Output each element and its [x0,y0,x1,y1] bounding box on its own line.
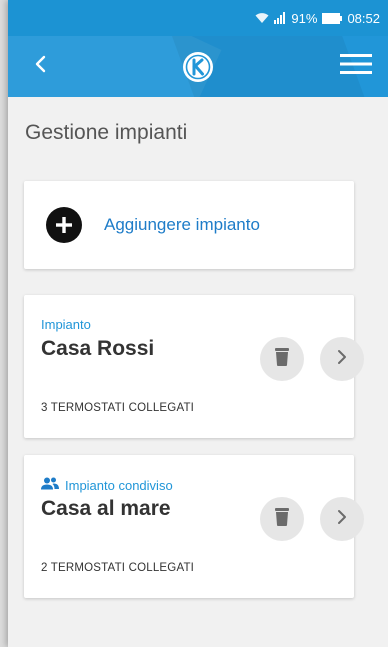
battery-percent: 91% [291,10,318,26]
shared-users-icon [41,477,59,493]
plant-kind-label: Impianto [41,317,91,332]
back-button[interactable] [18,45,62,89]
brand-logo-icon [182,51,214,83]
wifi-icon [255,12,269,24]
plant-card[interactable]: Impianto Casa Rossi 3 TERMOSTATI COLLEGA… [24,295,364,438]
clock: 08:52 [347,10,380,26]
trash-icon [275,347,289,371]
plant-kind: Impianto condiviso [41,477,173,493]
add-plant-label: Aggiungere impianto [104,215,260,234]
open-plant-button[interactable] [320,497,364,541]
menu-button[interactable] [334,45,378,89]
plant-name: Casa al mare [41,497,171,520]
plus-circle-icon [46,207,82,243]
chevron-left-icon [34,55,46,78]
status-bar: 91% 08:52 [8,0,388,36]
delete-plant-button[interactable] [260,337,304,381]
plant-name: Casa Rossi [41,337,155,360]
trash-icon [275,507,289,531]
thermostat-count: 2 TERMOSTATI COLLEGATI [41,562,195,574]
add-plant-card[interactable]: Aggiungere impianto [24,181,354,269]
thermostat-count: 3 TERMOSTATI COLLEGATI [41,402,195,414]
app-bar [8,36,388,97]
plant-kind-label: Impianto condiviso [65,477,173,493]
chevron-right-icon [337,349,347,370]
delete-plant-button[interactable] [260,497,304,541]
open-plant-button[interactable] [320,337,364,381]
plant-card[interactable]: Impianto condiviso Casa al mare 2 TERMOS… [24,455,364,598]
hamburger-menu-icon [340,53,372,80]
battery-icon [322,12,343,24]
chevron-right-icon [337,509,347,530]
phone-screen: 91% 08:52 Gestione impianti Aggiungere i… [8,0,388,647]
plant-kind: Impianto [41,317,91,332]
page-title: Gestione impianti [25,121,188,144]
signal-icon [274,12,286,24]
